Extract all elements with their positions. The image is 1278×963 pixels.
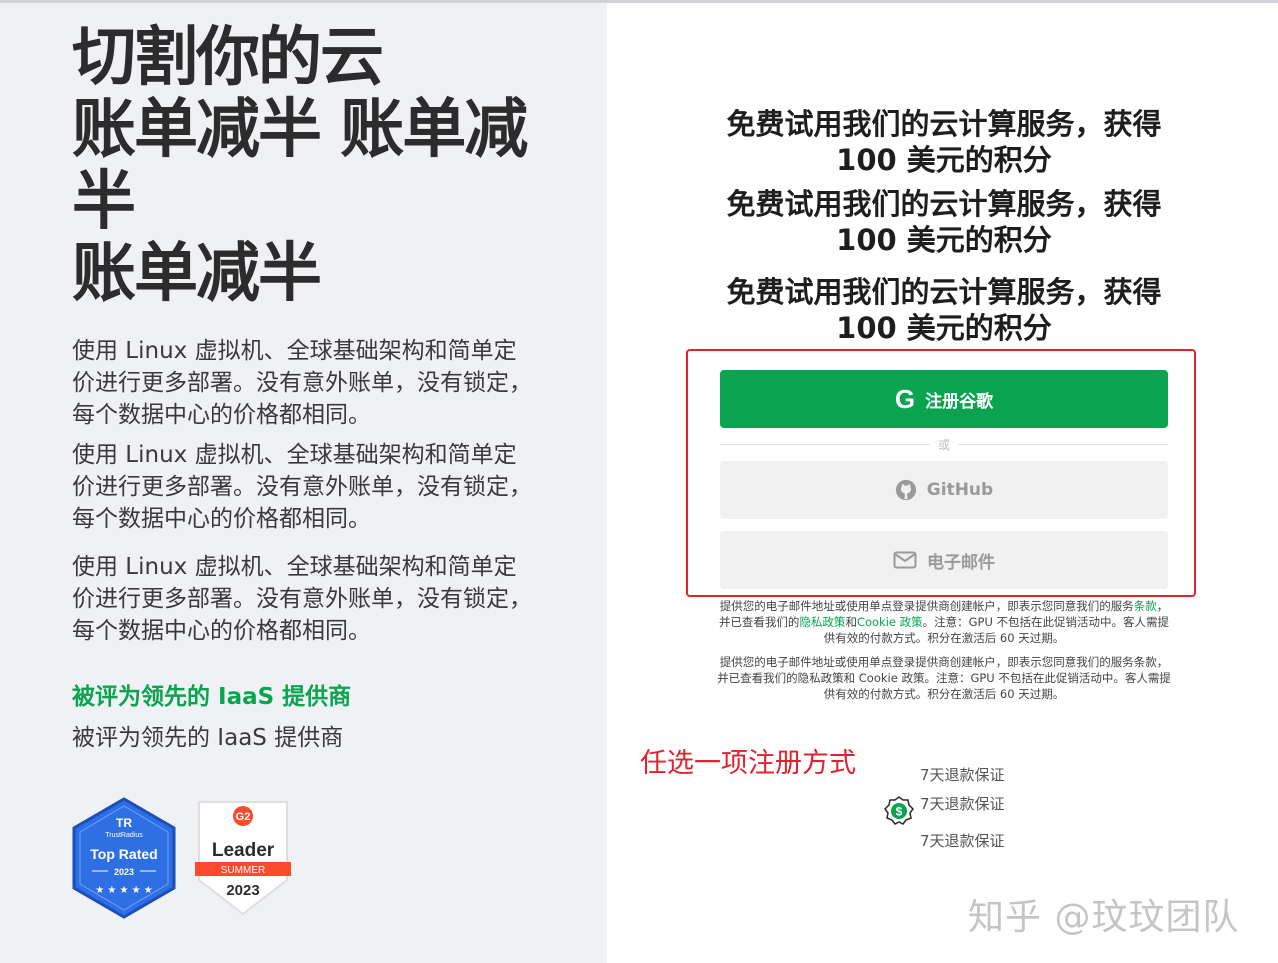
rated-highlight: 被评为领先的 IaaS 提供商 [72, 684, 352, 710]
email-signup-button[interactable]: 电子邮件 [720, 531, 1168, 589]
google-g-icon: G [894, 383, 916, 414]
svg-text:G2: G2 [236, 811, 251, 823]
trustradius-brand: TrustRadius [105, 832, 143, 839]
svg-text:TR: TR [116, 816, 132, 830]
annotation-label: 任选一项注册方式 [640, 748, 856, 779]
headline-line-2: 账单减半 账单减 [72, 93, 528, 167]
terms-notice-plain: 提供您的电子邮件地址或使用单点登录提供商创建帐户，即表示您同意我们的服务条款，并… [717, 655, 1171, 701]
offer-heading-2: 免费试用我们的云计算服务，获得 100 美元的积分 [726, 187, 1162, 257]
hero-description-2: 使用 Linux 虚拟机、全球基础架构和简单定价进行更多部署。没有意外账单，没有… [72, 442, 532, 532]
g2-season: SUMMER [221, 865, 265, 876]
refund-guarantee-3: 7天退款保证 [920, 832, 1005, 850]
hero-description-1: 使用 Linux 虚拟机、全球基础架构和简单定价进行更多部署。没有意外账单，没有… [72, 338, 532, 428]
hero-headline: 切割你的云 账单减半 账单减 半 账单减半 [72, 22, 542, 310]
github-signup-label: GitHub [926, 480, 994, 500]
privacy-policy-link[interactable]: 隐私政策 [799, 615, 845, 629]
google-signup-label: 注册谷歌 [925, 391, 994, 412]
offer-heading-3: 免费试用我们的云计算服务，获得 100 美元的积分 [726, 275, 1162, 345]
svg-text:$: $ [896, 805, 903, 819]
github-signup-button[interactable]: GitHub [720, 461, 1168, 519]
rated-text: 被评为领先的 IaaS 提供商 [72, 725, 344, 751]
mail-icon [893, 551, 917, 569]
trustradius-title: Top Rated [90, 846, 157, 862]
terms-link[interactable]: 条款 [1134, 599, 1157, 613]
terms-notice-linked: 提供您的电子邮件地址或使用单点登录提供商创建帐户，即表示您同意我们的服务条款，并… [716, 598, 1172, 646]
hero-description-3: 使用 Linux 虚拟机、全球基础架构和简单定价进行更多部署。没有意外账单，没有… [72, 554, 532, 644]
money-back-icon: $ [884, 796, 914, 825]
g2-title: Leader [212, 840, 275, 861]
trustradius-badge: TR TrustRadius Top Rated 2023 ★ ★ ★ ★ ★ [72, 797, 176, 919]
github-icon [895, 479, 916, 501]
terms-text-pre: 提供您的电子邮件地址或使用单点登录提供商创建帐户，即表示您同意我们的服务 [719, 599, 1134, 613]
email-signup-label: 电子邮件 [927, 552, 995, 573]
g2-year: 2023 [226, 882, 259, 899]
cookie-policy-link[interactable]: Cookie 政策 [857, 615, 923, 629]
refund-guarantee-2: 7天退款保证 [920, 795, 1005, 813]
watermark: 知乎 @玟玟团队 [968, 897, 1240, 938]
offer-heading-1: 免费试用我们的云计算服务，获得 100 美元的积分 [726, 107, 1162, 177]
g2-leader-badge: G2 Leader SUMMER 2023 [195, 801, 291, 916]
headline-line-3: 半 [72, 165, 136, 239]
google-signup-button[interactable]: G 注册谷歌 [720, 370, 1168, 428]
headline-line-4: 账单减半 [72, 237, 322, 311]
refund-guarantee-1: 7天退款保证 [920, 766, 1005, 784]
svg-text:★ ★ ★ ★ ★: ★ ★ ★ ★ ★ [95, 885, 153, 896]
trustradius-year: 2023 [114, 867, 134, 877]
or-label: 或 [930, 436, 958, 453]
headline-line-1: 切割你的云 [72, 21, 384, 95]
terms-text-and: 和 [845, 615, 857, 629]
